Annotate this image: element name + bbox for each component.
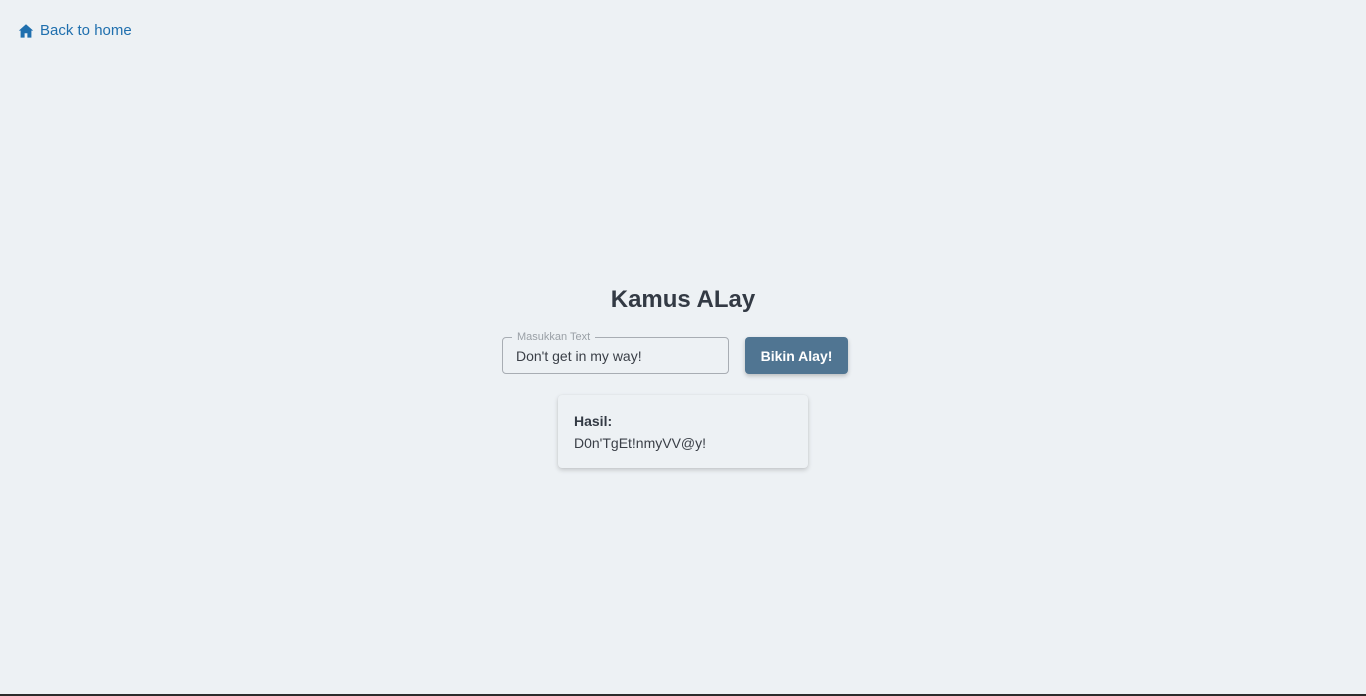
result-card: Hasil: D0n'TgEt!nmyVV@y! [558, 395, 808, 468]
page-title: Kamus ALay [610, 286, 756, 313]
page: Back to home Kamus ALay Masukkan Text Bi… [0, 0, 1366, 694]
text-input-field: Masukkan Text [502, 330, 729, 374]
back-to-home-label: Back to home [40, 22, 132, 39]
result-value: D0n'TgEt!nmyVV@y! [574, 435, 707, 451]
home-icon [18, 23, 34, 39]
text-input[interactable] [503, 338, 728, 373]
back-to-home-link[interactable]: Back to home [18, 22, 132, 39]
bikin-alay-button[interactable]: Bikin Alay! [745, 337, 848, 374]
result-label: Hasil: [574, 413, 613, 429]
